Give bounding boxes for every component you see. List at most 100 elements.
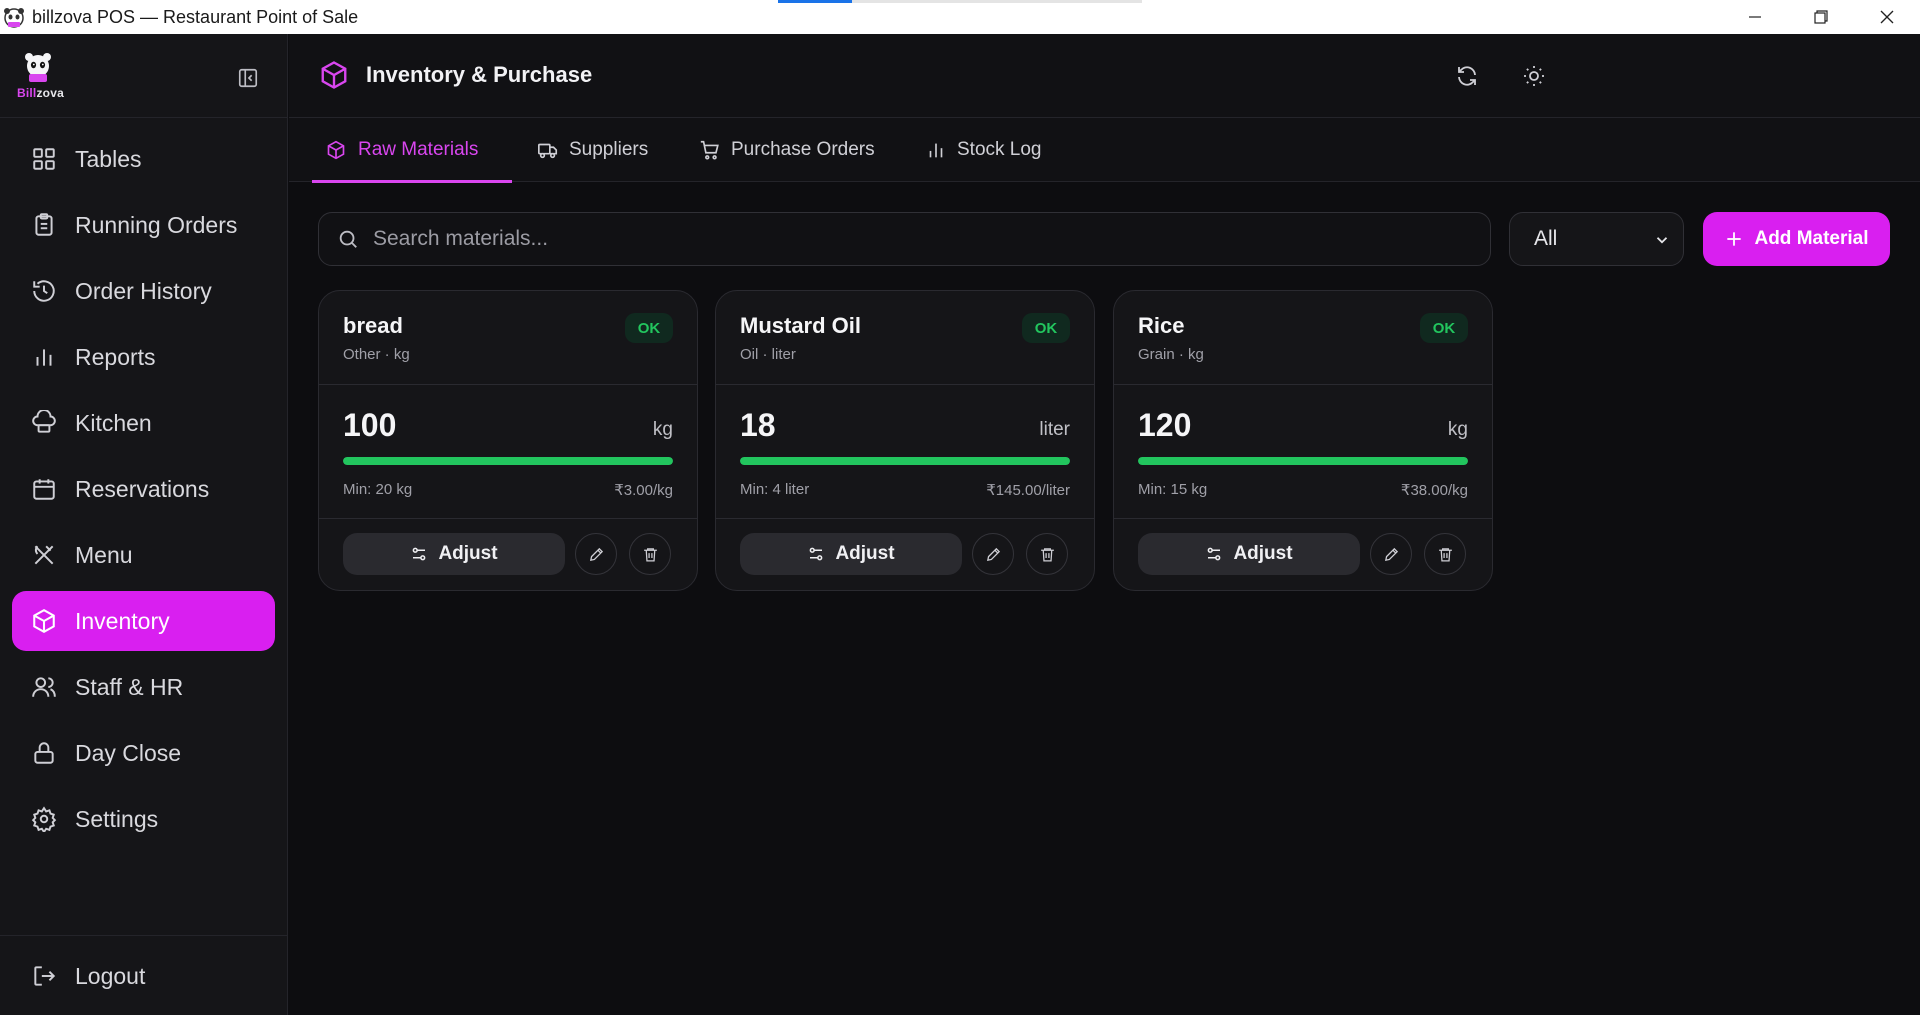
stock-level-fill (1138, 457, 1468, 465)
refresh-icon (1458, 66, 1476, 86)
sidebar-nav: Tables Running Orders Order History Repo… (12, 129, 275, 855)
adjust-stock-button[interactable]: Adjust (740, 533, 962, 575)
delete-material-button[interactable] (629, 533, 671, 575)
stock-level-bar (343, 457, 673, 465)
material-name: Rice (1138, 313, 1185, 338)
sidebar-item-label: Kitchen (75, 409, 152, 436)
edit-material-button[interactable] (972, 533, 1014, 575)
search-icon (339, 230, 357, 248)
card-header: bread Other · kg OK (319, 291, 697, 385)
sidebar-item-label: Inventory (75, 607, 170, 634)
stock-quantity: 120 (1138, 407, 1192, 443)
card-header: Rice Grain · kg OK (1114, 291, 1492, 385)
panda-logo-icon (25, 53, 51, 82)
sidebar-item-label: Staff & HR (75, 673, 184, 700)
page-header: Inventory & Purchase (289, 34, 1920, 118)
delete-material-button[interactable] (1424, 533, 1466, 575)
pencil-icon (1384, 547, 1398, 561)
box-icon (319, 60, 351, 92)
sidebar-item-reservations[interactable]: Reservations (12, 459, 275, 519)
clipboard-icon (30, 211, 58, 239)
adjust-stock-button[interactable]: Adjust (1138, 533, 1360, 575)
minimize-button[interactable] (1722, 0, 1788, 34)
minimize-icon (1749, 16, 1761, 18)
close-icon (1880, 10, 1894, 24)
grid-icon (30, 145, 58, 173)
tab-label: Stock Log (957, 139, 1042, 160)
cart-icon (699, 139, 721, 161)
sidebar-item-day-close[interactable]: Day Close (12, 723, 275, 783)
card-actions: Adjust (319, 519, 697, 590)
chef-hat-icon (30, 409, 58, 437)
refresh-button[interactable] (1449, 58, 1485, 94)
material-card: Mustard Oil Oil · liter OK 18 liter Min:… (715, 290, 1095, 591)
chevron-down-icon (1656, 237, 1668, 244)
card-header: Mustard Oil Oil · liter OK (716, 291, 1094, 385)
bar-chart-icon (30, 343, 58, 371)
delete-material-button[interactable] (1026, 533, 1068, 575)
sidebar-item-kitchen[interactable]: Kitchen (12, 393, 275, 453)
pencil-icon (986, 547, 1000, 561)
edit-material-button[interactable] (1370, 533, 1412, 575)
sidebar-item-label: Running Orders (75, 211, 238, 238)
sidebar-item-running-orders[interactable]: Running Orders (12, 195, 275, 255)
window-title: billzova POS — Restaurant Point of Sale (32, 6, 359, 27)
close-window-button[interactable] (1854, 0, 1920, 34)
sidebar-item-settings[interactable]: Settings (12, 789, 275, 849)
unit-price: ₹145.00/liter (986, 482, 1070, 499)
sidebar-item-reports[interactable]: Reports (12, 327, 275, 387)
filter-value: All (1534, 227, 1558, 250)
unit-price: ₹3.00/kg (614, 482, 673, 499)
minimum-stock: Min: 4 liter (740, 481, 810, 498)
minimum-stock: Min: 15 kg (1138, 481, 1208, 498)
material-name: Mustard Oil (740, 313, 862, 338)
users-icon (30, 673, 58, 701)
minimum-stock: Min: 20 kg (343, 481, 413, 498)
status-badge: OK (1420, 313, 1468, 343)
sidebar-item-label: Reservations (75, 475, 210, 502)
theme-toggle-button[interactable] (1516, 58, 1552, 94)
stock-level-bar (740, 457, 1070, 465)
card-stock: 120 kg Min: 15 kg ₹38.00/kg (1114, 385, 1492, 519)
unit-price: ₹38.00/kg (1400, 482, 1468, 499)
gear-icon (30, 805, 58, 833)
add-material-button[interactable]: Add Material (1703, 212, 1890, 266)
sidebar-item-order-history[interactable]: Order History (12, 261, 275, 321)
status-badge: OK (1022, 313, 1070, 343)
sidebar-item-label: Day Close (75, 739, 182, 766)
tab-label: Purchase Orders (731, 139, 875, 160)
stock-level-fill (343, 457, 673, 465)
edit-material-button[interactable] (575, 533, 617, 575)
brand-wordmark-part1: Bill (17, 86, 37, 100)
sidebar-item-inventory[interactable]: Inventory (12, 591, 275, 651)
stock-level-bar (1138, 457, 1468, 465)
restore-button[interactable] (1788, 0, 1854, 34)
adjust-label: Adjust (835, 543, 895, 564)
stock-unit: kg (1447, 419, 1468, 440)
page-title: Inventory & Purchase (366, 62, 593, 87)
plus-icon (1727, 232, 1742, 246)
utensils-icon (30, 541, 58, 569)
search-input[interactable] (373, 227, 1473, 251)
restore-icon (1814, 10, 1828, 24)
material-category-unit: Oil · liter (740, 346, 796, 363)
collapse-sidebar-button[interactable] (234, 64, 262, 92)
tab-stock-log[interactable]: Stock Log (925, 118, 1042, 182)
tab-suppliers[interactable]: Suppliers (537, 118, 648, 182)
sidebar-item-staff-hr[interactable]: Staff & HR (12, 657, 275, 717)
tab-raw-materials[interactable]: Raw Materials (312, 118, 512, 183)
adjust-label: Adjust (1233, 543, 1293, 564)
sliders-icon (1208, 547, 1221, 561)
adjust-stock-button[interactable]: Adjust (343, 533, 565, 575)
stock-quantity: 100 (343, 407, 397, 443)
sidebar-item-menu[interactable]: Menu (12, 525, 275, 585)
tab-label: Suppliers (569, 139, 649, 160)
lock-icon (30, 739, 58, 767)
tab-purchase-orders[interactable]: Purchase Orders (699, 118, 875, 182)
logout-button[interactable]: Logout (12, 946, 275, 1006)
sidebar-item-tables[interactable]: Tables (12, 129, 275, 189)
trash-icon (1040, 547, 1054, 562)
category-filter-select[interactable]: All (1509, 212, 1684, 266)
bar-chart-icon (925, 139, 947, 161)
card-actions: Adjust (716, 519, 1094, 590)
